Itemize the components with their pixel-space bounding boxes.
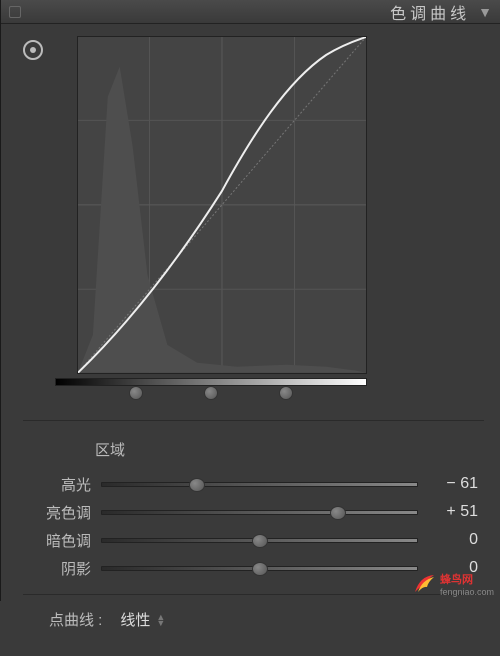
- slider-label: 亮色调: [29, 502, 91, 523]
- region-sliders: 区域 高光 − 61 亮色调 + 51 暗色调 0 阴影 0: [23, 421, 484, 595]
- panel-title: 色调曲线: [390, 0, 470, 24]
- slider-row-darks: 暗色调 0: [29, 526, 478, 554]
- curve-container: [55, 36, 367, 400]
- point-curve-row: 点曲线 : 线性 ▲▼: [23, 595, 484, 644]
- tone-curve-graph[interactable]: [77, 36, 367, 374]
- split-markers: [55, 386, 367, 400]
- watermark-url: fengniao.com: [440, 587, 494, 597]
- slider-track-lights[interactable]: [101, 510, 418, 515]
- tone-curve-panel: 色调曲线 ▼: [0, 0, 500, 601]
- slider-track-darks[interactable]: [101, 538, 418, 543]
- slider-value[interactable]: 0: [428, 531, 478, 549]
- slider-handle[interactable]: [252, 562, 268, 576]
- slider-row-shadows: 阴影 0: [29, 554, 478, 582]
- panel-toggle-box[interactable]: [9, 6, 21, 18]
- slider-track-shadows[interactable]: [101, 566, 418, 571]
- point-curve-label: 点曲线 :: [49, 609, 102, 630]
- slider-label: 高光: [29, 474, 91, 495]
- watermark-name: 蜂鸟网: [440, 571, 494, 587]
- split-mid-handle[interactable]: [204, 386, 218, 400]
- bird-logo-icon: [412, 572, 436, 596]
- collapse-triangle-icon[interactable]: ▼: [478, 4, 492, 20]
- stepper-icon[interactable]: ▲▼: [156, 614, 165, 626]
- slider-row-lights: 亮色调 + 51: [29, 498, 478, 526]
- targeted-adjustment-icon[interactable]: [23, 40, 43, 60]
- slider-handle[interactable]: [330, 506, 346, 520]
- slider-handle[interactable]: [189, 478, 205, 492]
- tone-gradient-strip: [55, 378, 367, 386]
- slider-track-highlights[interactable]: [101, 482, 418, 487]
- watermark: 蜂鸟网 fengniao.com: [412, 571, 494, 597]
- slider-handle[interactable]: [252, 534, 268, 548]
- curve-line-icon: [78, 37, 366, 373]
- split-shadow-handle[interactable]: [129, 386, 143, 400]
- region-heading: 区域: [95, 439, 478, 460]
- panel-header[interactable]: 色调曲线 ▼: [1, 0, 500, 24]
- slider-row-highlights: 高光 − 61: [29, 470, 478, 498]
- panel-content: 区域 高光 − 61 亮色调 + 51 暗色调 0 阴影 0: [1, 24, 500, 656]
- slider-value[interactable]: − 61: [428, 475, 478, 493]
- split-highlight-handle[interactable]: [279, 386, 293, 400]
- slider-label: 阴影: [29, 558, 91, 579]
- point-curve-value: 线性: [120, 609, 150, 630]
- slider-label: 暗色调: [29, 530, 91, 551]
- point-curve-dropdown[interactable]: 线性 ▲▼: [120, 609, 165, 630]
- slider-value[interactable]: + 51: [428, 503, 478, 521]
